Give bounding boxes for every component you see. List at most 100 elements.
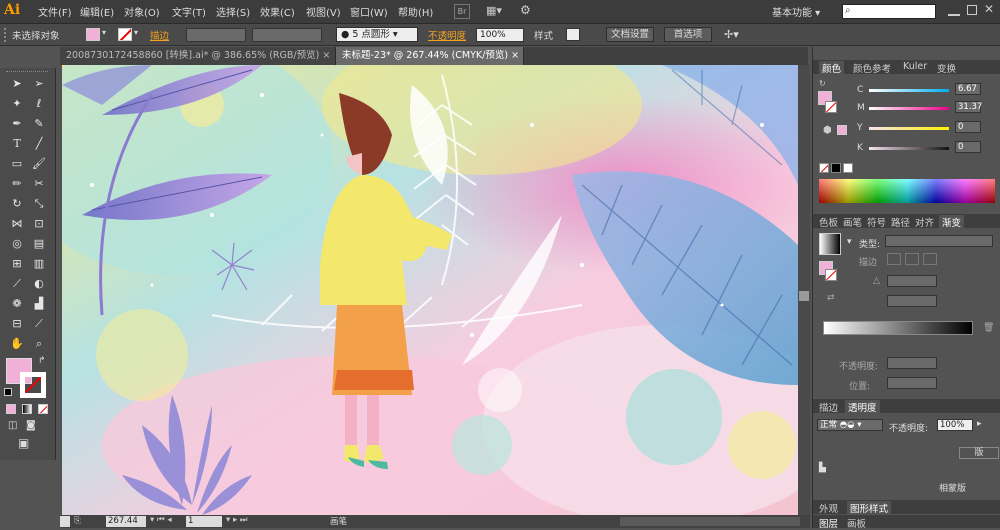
rotate-tool-icon[interactable]: ↻ [8, 196, 26, 212]
tab-color[interactable]: 颜色 [819, 61, 845, 75]
maximize-button[interactable] [967, 5, 977, 15]
gradient-type-caret-icon[interactable]: ▾ [847, 237, 852, 247]
channel-y-slider[interactable] [869, 127, 949, 130]
none-mode-icon[interactable] [38, 404, 48, 414]
menu-object[interactable]: 对象(O) [124, 4, 160, 19]
status-mode[interactable]: 画笔 [330, 515, 347, 527]
menu-view[interactable]: 视图(V) [306, 4, 341, 19]
swap-colors-icon[interactable]: ↱ [38, 356, 46, 366]
swap-icon[interactable]: ↻ [819, 79, 826, 88]
perspective-grid-tool-icon[interactable]: ▤ [30, 236, 48, 252]
tab-transform[interactable]: 变换 [937, 61, 956, 75]
lasso-tool-icon[interactable]: ℓ [30, 96, 48, 112]
tab-appearance[interactable]: 外观 [819, 501, 838, 515]
vertical-scrollbar[interactable] [798, 65, 810, 515]
stroke-within-icon[interactable] [887, 253, 901, 265]
aspect-ratio-field[interactable] [887, 295, 937, 307]
black-swatch[interactable] [831, 163, 841, 173]
gpu-performance-icon[interactable]: ⚙ [520, 3, 538, 18]
artboard-next-icon[interactable]: ▾ ▸ ⏭ [226, 515, 248, 525]
preferences-button[interactable]: 首选项 [664, 27, 712, 42]
artboard-nav-icon[interactable]: ⎘ [74, 516, 81, 526]
gradient-preview[interactable] [819, 233, 841, 255]
tab-gradient[interactable]: 渐变 [939, 215, 965, 229]
angle-field[interactable] [887, 275, 937, 287]
rectangle-tool-icon[interactable]: ▭ [8, 156, 26, 172]
style-swatch[interactable] [566, 28, 580, 41]
invert-mask-label[interactable]: 相蒙版 [939, 481, 966, 494]
menu-help[interactable]: 帮助(H) [398, 4, 433, 19]
screen-mode-icon[interactable]: ▣ [18, 436, 29, 450]
blend-tool-icon[interactable]: ◐ [30, 276, 48, 292]
stroke-label[interactable]: 描边 [150, 28, 169, 42]
artboard-number-field[interactable]: 1 [186, 516, 222, 527]
stroke-swatch[interactable] [118, 28, 132, 41]
column-graph-tool-icon[interactable]: ▟ [30, 296, 48, 312]
channel-m-value[interactable]: 31.37 [955, 101, 982, 113]
pen-tool-icon[interactable]: ✒ [8, 116, 26, 132]
stroke-dropdown-icon[interactable]: ▾ [134, 28, 138, 37]
draw-mode-icon[interactable]: ◫ [8, 420, 17, 431]
tab-close-icon[interactable]: × [322, 50, 330, 61]
opacity-label[interactable]: 不透明度 [428, 28, 466, 42]
variable-width-dropdown[interactable] [252, 28, 322, 42]
direct-selection-tool-icon[interactable]: ➢ [30, 76, 48, 92]
mesh-tool-icon[interactable]: ⊞ [8, 256, 26, 272]
color-spectrum[interactable] [819, 179, 995, 203]
gradient-slider[interactable] [823, 321, 973, 335]
reverse-gradient-icon[interactable]: ⇄ [827, 293, 835, 303]
default-colors-icon[interactable] [4, 388, 12, 396]
menu-edit[interactable]: 编辑(E) [80, 4, 114, 19]
tab-stroke[interactable]: 描边 [819, 400, 838, 414]
minimize-button[interactable] [948, 4, 960, 16]
workspace-switcher[interactable]: 基本功能 ▾ [772, 4, 820, 19]
tab-swatches[interactable]: 色板 [819, 215, 838, 229]
channel-c-value[interactable]: 6.67 [955, 83, 981, 95]
opacity-field[interactable]: 100% [476, 28, 524, 42]
transparency-opacity-field[interactable]: 100% [937, 419, 973, 431]
channel-k-slider[interactable] [869, 147, 949, 150]
selection-tool-icon[interactable]: ➤ [8, 76, 26, 92]
stroke-along-icon[interactable] [905, 253, 919, 265]
menu-window[interactable]: 窗口(W) [350, 4, 388, 19]
search-input[interactable]: ⌕ [842, 4, 936, 19]
artboard-canvas[interactable] [62, 65, 798, 515]
eraser-tool-icon[interactable]: ✂ [30, 176, 48, 192]
tab-close-icon[interactable]: × [511, 50, 519, 61]
menu-select[interactable]: 选择(S) [216, 4, 250, 19]
zoom-field[interactable]: 267.44 [106, 516, 146, 527]
document-setup-button[interactable]: 文档设置 [606, 27, 654, 42]
gradient-opacity-field[interactable] [887, 357, 937, 369]
type-tool-icon[interactable]: T [8, 136, 26, 152]
tab-transparency[interactable]: 透明度 [845, 400, 880, 414]
transparency-opacity-caret-icon[interactable]: ▸ [977, 419, 982, 429]
arrange-documents-icon[interactable]: ▦▾ [486, 4, 514, 19]
gradient-tool-icon[interactable]: ▥ [30, 256, 48, 272]
fill-swatch[interactable] [86, 28, 100, 41]
gradient-type-dropdown[interactable] [885, 235, 993, 247]
horizontal-scrollbar[interactable] [620, 517, 800, 526]
none-swatch[interactable] [819, 163, 829, 173]
symbol-sprayer-tool-icon[interactable]: ❁ [8, 296, 26, 312]
zoom-dropdown-icon[interactable]: ▾ ⏮ ◂ [150, 515, 172, 525]
make-mask-button[interactable]: 版 [959, 447, 999, 459]
gradient-mode-icon[interactable] [22, 404, 32, 414]
tab-pathfinder[interactable]: 路径 [891, 215, 910, 229]
channel-y-value[interactable]: 0 [955, 121, 981, 133]
fill-dropdown-icon[interactable]: ▾ [102, 28, 106, 37]
tab-graphic-styles[interactable]: 图形样式 [847, 501, 892, 515]
out-of-gamut-swatch[interactable] [837, 125, 847, 135]
tab-symbols[interactable]: 符号 [867, 215, 886, 229]
brush-dropdown[interactable]: ● 5 点圆形 ▾ [336, 27, 418, 42]
slice-tool-icon[interactable]: ⟋ [30, 316, 48, 332]
zoom-tool-icon[interactable]: ⌕ [30, 336, 48, 352]
line-tool-icon[interactable]: ╱ [30, 136, 48, 152]
menu-type[interactable]: 文字(T) [172, 4, 206, 19]
align-menu-icon[interactable]: ✢▾ [724, 28, 739, 41]
white-swatch[interactable] [843, 163, 853, 173]
curvature-tool-icon[interactable]: ✎ [30, 116, 48, 132]
tab-document-2[interactable]: 未标题-23* @ 267.44% (CMYK/预览) × [336, 47, 524, 65]
menu-file[interactable]: 文件(F) [38, 4, 72, 19]
hand-tool-icon[interactable]: ✋ [8, 336, 26, 352]
paintbrush-tool-icon[interactable]: 🖌 [30, 156, 48, 172]
